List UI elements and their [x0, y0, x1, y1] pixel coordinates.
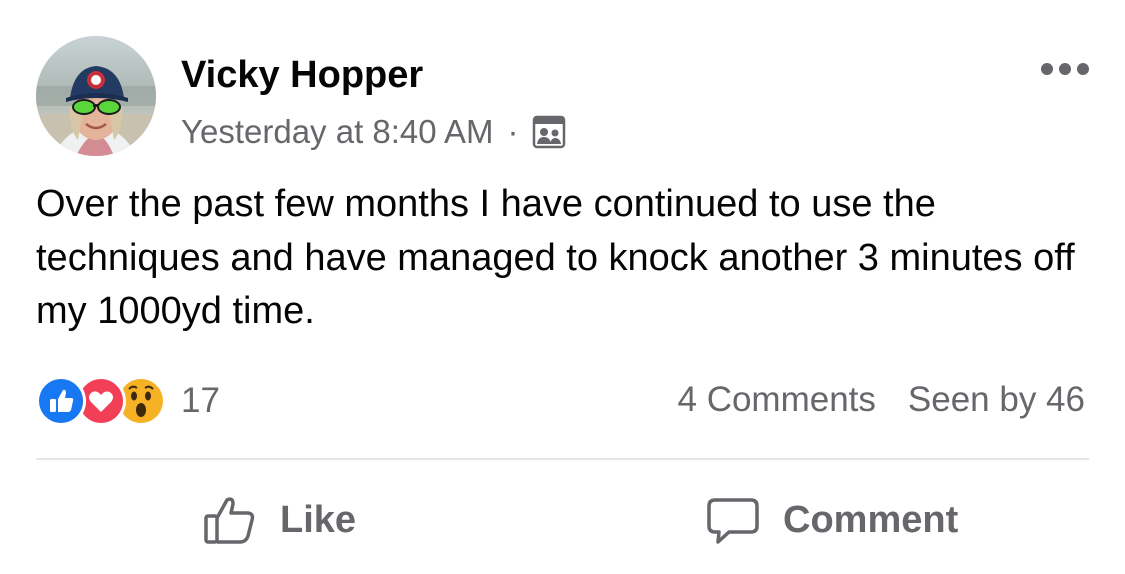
- author-name[interactable]: Vicky Hopper: [181, 52, 423, 98]
- post-timestamp[interactable]: Yesterday at 8:40 AM: [181, 110, 494, 154]
- comment-bubble-icon: [705, 492, 761, 548]
- author-avatar[interactable]: [36, 36, 156, 156]
- comment-label: Comment: [783, 499, 959, 541]
- meta-separator: ·: [507, 113, 519, 150]
- like-button[interactable]: Like: [202, 485, 356, 555]
- group-members-icon: [531, 114, 567, 150]
- post-meta: Yesterday at 8:40 AM ·: [181, 110, 567, 154]
- like-reaction-icon: [36, 376, 86, 426]
- thumbs-up-icon: [202, 492, 258, 548]
- seen-by-count[interactable]: Seen by 46: [908, 377, 1085, 423]
- reaction-count: 17: [181, 381, 220, 420]
- more-options-button[interactable]: [1038, 56, 1092, 82]
- comments-count-link[interactable]: 4 Comments: [678, 377, 876, 423]
- more-options-icon: [1041, 63, 1089, 75]
- profile-photo-icon: [36, 36, 156, 156]
- post-body-text: Over the past few months I have continue…: [36, 183, 1075, 332]
- like-label: Like: [280, 499, 357, 541]
- post-stats: 4 Comments Seen by 46: [678, 377, 1086, 423]
- comment-button[interactable]: Comment: [705, 485, 958, 555]
- divider: [36, 458, 1089, 460]
- reactions-summary[interactable]: 17: [36, 374, 220, 428]
- post-card: Vicky Hopper Yesterday at 8:40 AM · Over…: [0, 0, 1125, 574]
